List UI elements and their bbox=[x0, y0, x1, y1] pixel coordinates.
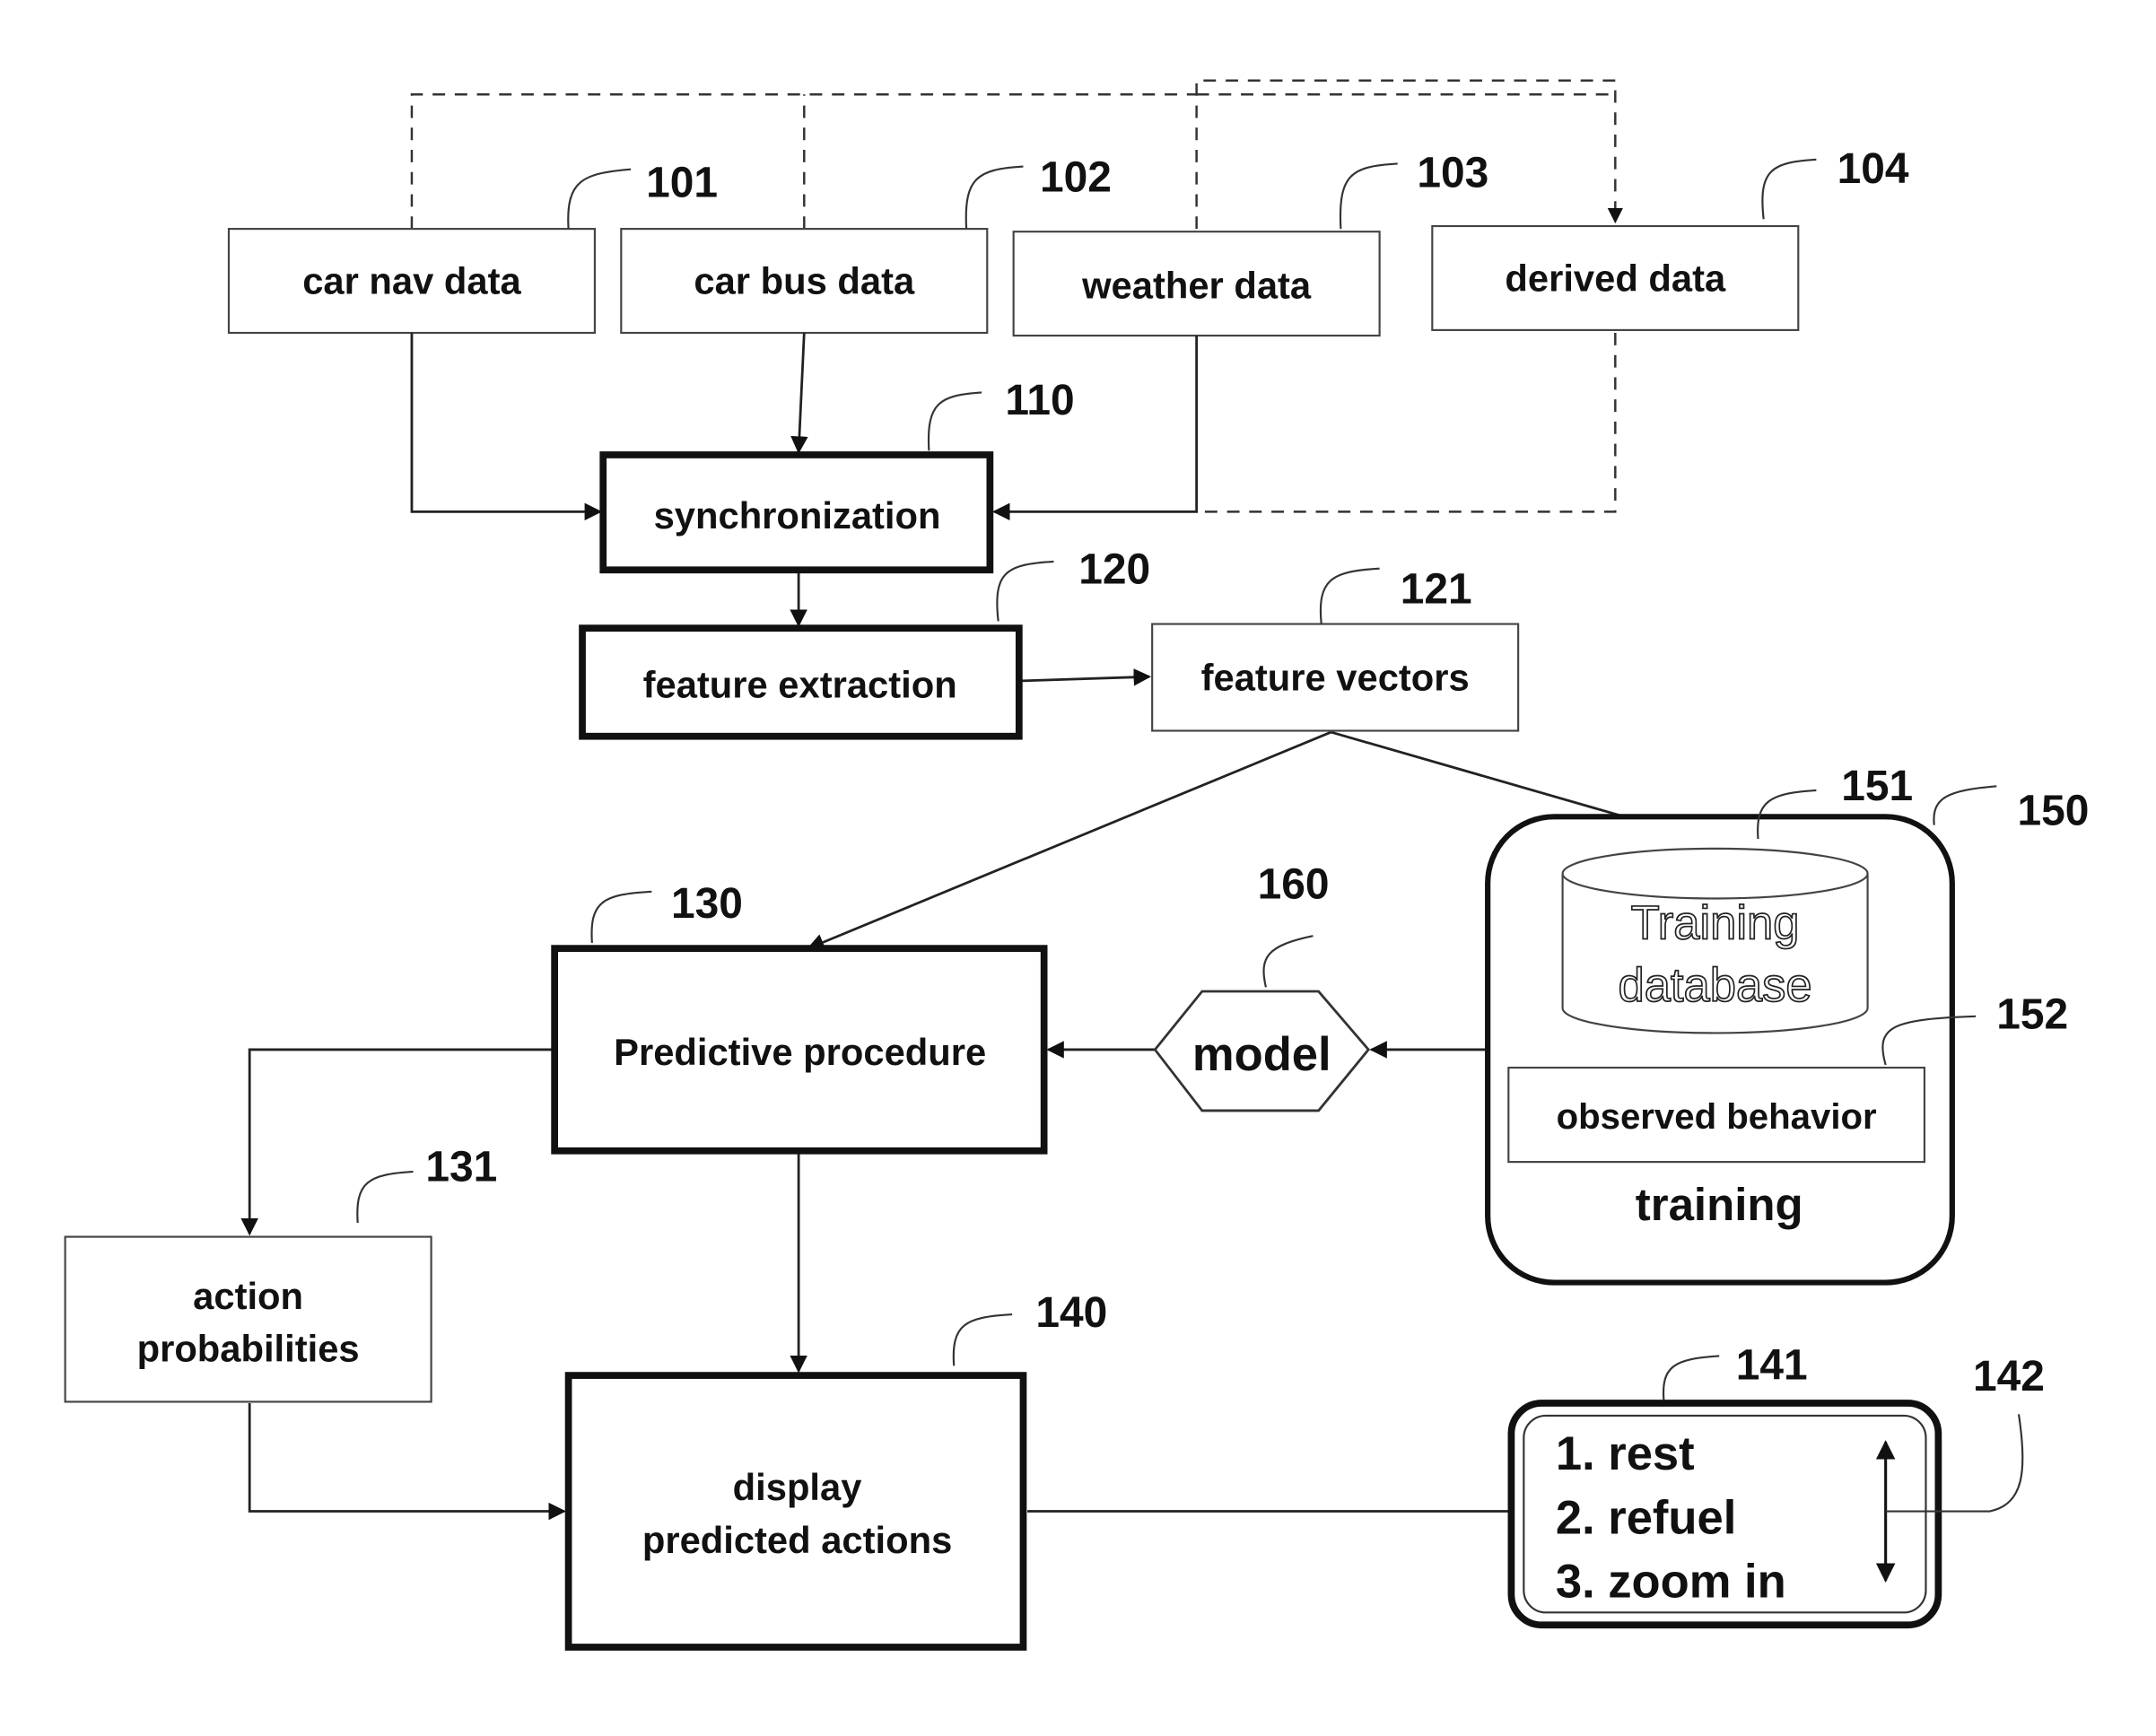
node-feature-extraction: feature extraction bbox=[579, 624, 1023, 740]
action-probabilities-label-line2: probabilities bbox=[137, 1328, 360, 1370]
node-derived-data: derived data bbox=[1431, 224, 1800, 331]
ref-152: 152 bbox=[1996, 991, 2068, 1039]
synchronization-label: synchronization bbox=[654, 494, 941, 537]
node-weather-data: weather data bbox=[1012, 231, 1381, 337]
node-car-nav-data: car nav data bbox=[227, 228, 597, 335]
ref-110: 110 bbox=[1005, 377, 1074, 424]
node-predicted-list: 1. rest 2. refuel 3. zoom in bbox=[1507, 1400, 1942, 1629]
observed-behavior-label: observed behavior bbox=[1557, 1096, 1877, 1137]
training-database-label-line2: database bbox=[1619, 959, 1812, 1012]
model-label: model bbox=[1192, 1028, 1331, 1081]
ref-130: 130 bbox=[671, 880, 743, 928]
ref-142: 142 bbox=[1973, 1353, 2045, 1400]
display-label-line1: display bbox=[733, 1466, 862, 1508]
ref-131: 131 bbox=[425, 1144, 497, 1191]
node-predictive-procedure: Predictive procedure bbox=[551, 945, 1048, 1155]
ref-141: 141 bbox=[1736, 1342, 1808, 1390]
ref-121: 121 bbox=[1401, 565, 1472, 613]
node-observed-behavior: observed behavior bbox=[1507, 1066, 1926, 1164]
ref-104: 104 bbox=[1837, 145, 1909, 193]
ref-103: 103 bbox=[1417, 150, 1488, 197]
action-probabilities-label-line1: action bbox=[193, 1275, 303, 1317]
weather-data-label: weather data bbox=[1081, 264, 1312, 306]
ref-101: 101 bbox=[646, 160, 718, 207]
predictive-procedure-label: Predictive procedure bbox=[614, 1031, 986, 1073]
feature-vectors-label: feature vectors bbox=[1201, 657, 1470, 699]
car-nav-data-label: car nav data bbox=[302, 260, 521, 302]
list-item: 3. zoom in bbox=[1556, 1555, 1786, 1608]
node-training-database: Training database bbox=[1561, 847, 1869, 1034]
training-database-label-line1: Training bbox=[1631, 896, 1800, 949]
flow-diagram: car nav data car bus data weather data d… bbox=[64, 79, 2089, 1651]
car-bus-data-label: car bus data bbox=[694, 260, 915, 302]
ref-150: 150 bbox=[2017, 788, 2089, 835]
ref-151: 151 bbox=[1841, 763, 1913, 810]
node-action-probabilities: action probabilities bbox=[64, 1235, 432, 1403]
node-car-bus-data: car bus data bbox=[620, 228, 989, 335]
feature-extraction-label: feature extraction bbox=[643, 663, 957, 705]
ref-120: 120 bbox=[1078, 546, 1150, 594]
derived-data-label: derived data bbox=[1505, 257, 1726, 300]
ref-160: 160 bbox=[1258, 860, 1330, 908]
training-label: training bbox=[1636, 1179, 1803, 1230]
list-item: 1. rest bbox=[1556, 1427, 1695, 1480]
list-item: 2. refuel bbox=[1556, 1491, 1736, 1544]
node-feature-vectors: feature vectors bbox=[1151, 623, 1520, 732]
node-model: model bbox=[1153, 990, 1371, 1112]
node-synchronization: synchronization bbox=[599, 451, 994, 574]
display-label-line2: predicted actions bbox=[642, 1519, 952, 1561]
ref-102: 102 bbox=[1040, 153, 1112, 201]
node-display-predicted-actions: display predicted actions bbox=[564, 1372, 1027, 1651]
ref-140: 140 bbox=[1035, 1289, 1107, 1337]
